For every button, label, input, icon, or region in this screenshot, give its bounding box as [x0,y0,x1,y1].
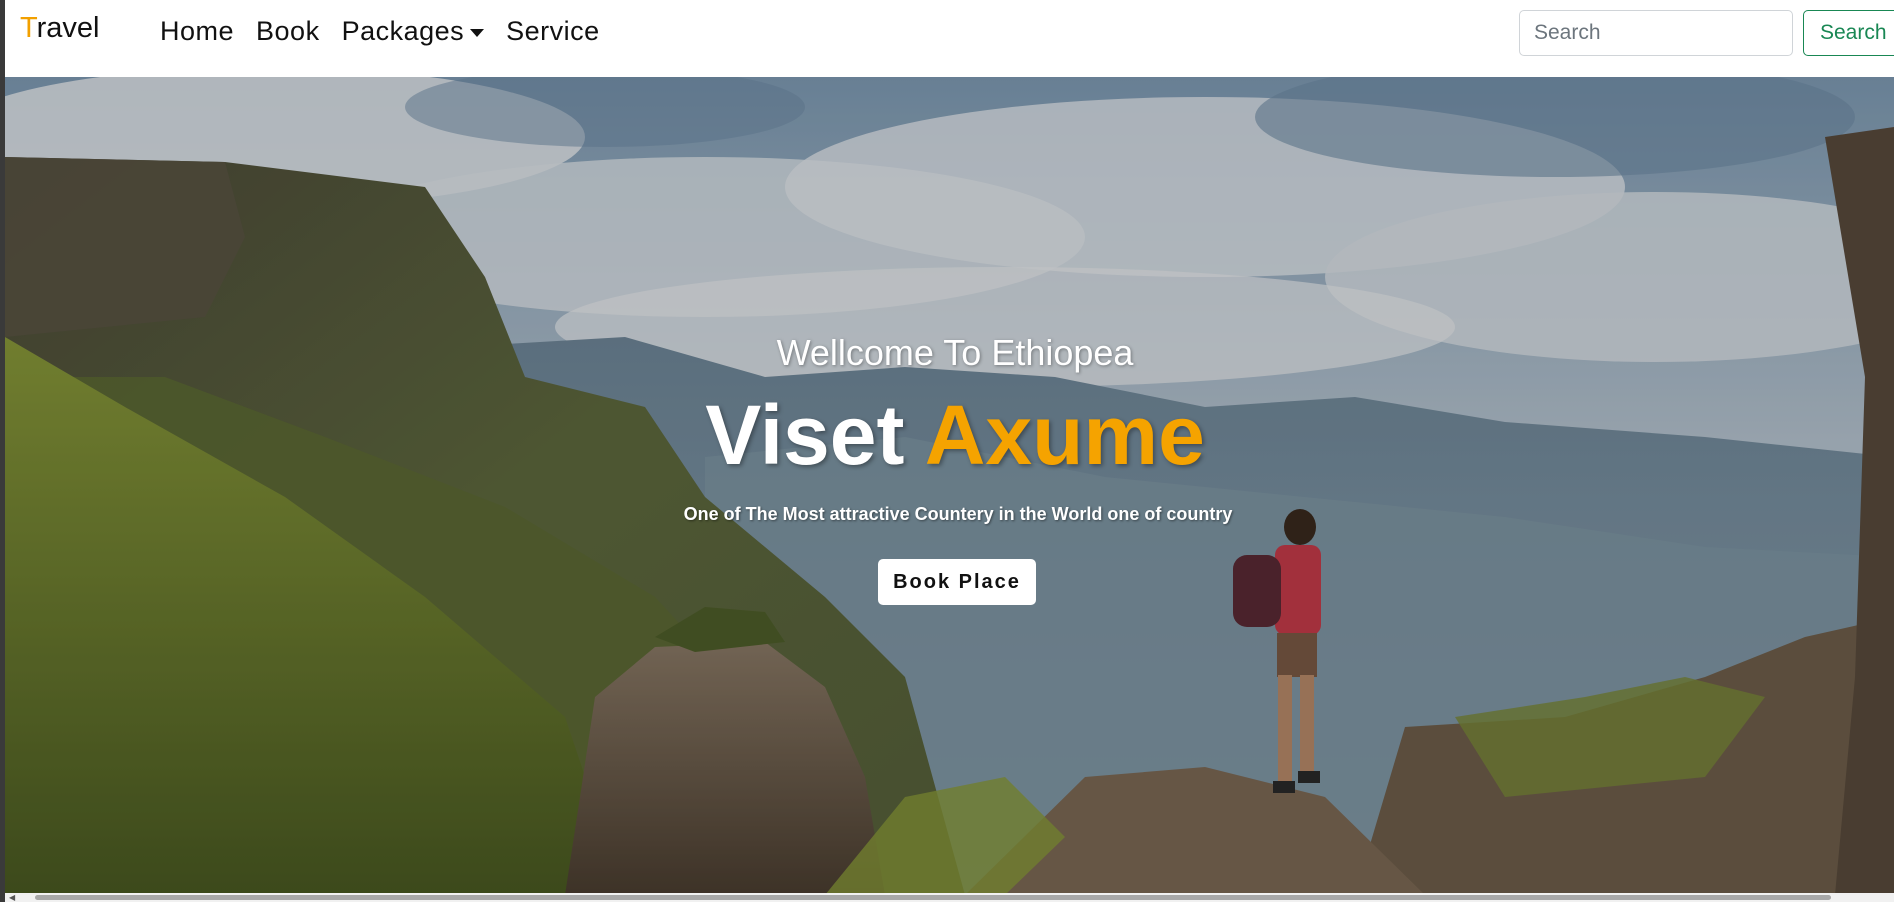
nav-links: Home Book Packages Service [160,16,622,47]
brand-initial: T [20,12,37,44]
hero-welcome: Wellcome To Ethiopea [776,332,1134,373]
hero-tagline: One of The Most attractive Countery in t… [683,504,1233,524]
search-input[interactable] [1519,10,1793,56]
scroll-left-icon[interactable]: ◀ [9,894,15,902]
nav-link-packages-label: Packages [341,16,465,46]
headline-white-text: Viset [705,388,905,482]
horizontal-scrollbar[interactable]: ◀ [5,893,1894,902]
brand-logo[interactable]: Travel [20,12,100,45]
nav-link-service[interactable]: Service [506,16,600,47]
nav-dropdown-packages[interactable]: Packages [342,16,485,47]
nav-link-home[interactable]: Home [160,16,234,47]
scrollbar-thumb[interactable] [35,895,1831,900]
hero-section: Wellcome To Ethiopea Viset Axume One of … [5,77,1894,895]
chevron-down-icon [470,28,485,37]
brand-text: ravel [36,12,100,44]
search-button[interactable]: Search [1803,10,1894,56]
hero-headline: Viset Axume [5,387,1894,484]
book-place-button[interactable]: Book Place [878,559,1036,605]
hero-overlay [5,77,1894,895]
navbar: Travel Home Book Packages Service Search [5,0,1894,77]
headline-accent-text: Axume [924,388,1205,482]
nav-link-book[interactable]: Book [256,16,320,47]
